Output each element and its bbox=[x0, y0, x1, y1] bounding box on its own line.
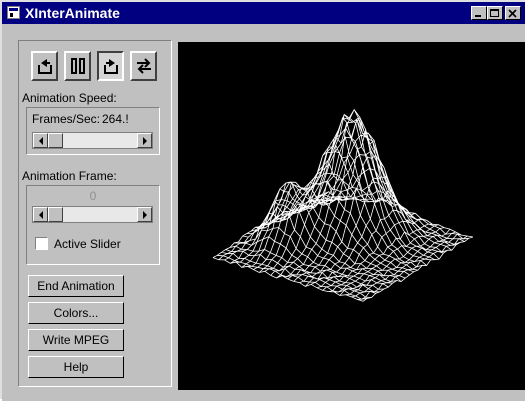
step-forward-icon bbox=[104, 59, 118, 74]
arrow-left-icon bbox=[39, 137, 43, 145]
arrow-left-icon bbox=[39, 211, 43, 219]
control-panel: Animation Speed: Frames/Sec: 264.! Anima… bbox=[18, 40, 172, 387]
bounce-icon bbox=[137, 58, 151, 74]
speed-slider-thumb[interactable] bbox=[48, 133, 63, 148]
frame-slider-left-arrow[interactable] bbox=[33, 207, 48, 222]
arrow-right-icon bbox=[143, 211, 147, 219]
arrow-right-icon bbox=[143, 137, 147, 145]
step-backward-button[interactable] bbox=[31, 51, 58, 81]
frame-slider[interactable] bbox=[32, 206, 153, 223]
frames-per-sec-label: Frames/Sec: bbox=[32, 112, 101, 126]
maximize-button[interactable] bbox=[487, 6, 503, 20]
active-slider-checkbox[interactable] bbox=[35, 237, 48, 250]
frame-slider-right-arrow[interactable] bbox=[137, 207, 152, 222]
frame-slider-thumb[interactable] bbox=[48, 207, 63, 222]
status-bar bbox=[2, 391, 525, 401]
close-icon bbox=[508, 9, 517, 18]
minimize-button[interactable] bbox=[471, 6, 487, 20]
wireframe-surface bbox=[212, 108, 474, 302]
active-slider-label[interactable]: Active Slider bbox=[54, 237, 121, 251]
frames-per-sec-value: 264.! bbox=[102, 112, 129, 126]
step-backward-icon bbox=[38, 59, 52, 74]
pause-button[interactable] bbox=[64, 51, 91, 81]
speed-slider-left-arrow[interactable] bbox=[33, 133, 48, 148]
colors-button[interactable]: Colors... bbox=[28, 302, 124, 324]
write-mpeg-button[interactable]: Write MPEG bbox=[28, 329, 124, 351]
minimize-icon bbox=[475, 15, 481, 17]
pause-icon bbox=[71, 58, 85, 74]
window-title: XInterAnimate bbox=[25, 5, 120, 21]
animation-speed-heading: Animation Speed: bbox=[22, 91, 117, 105]
end-animation-button[interactable]: End Animation bbox=[28, 275, 124, 297]
title-bar[interactable]: XInterAnimate bbox=[2, 2, 525, 24]
close-button[interactable] bbox=[505, 6, 521, 20]
animation-frame-heading: Animation Frame: bbox=[22, 169, 117, 183]
speed-slider[interactable] bbox=[32, 132, 153, 149]
maximize-icon bbox=[490, 9, 499, 17]
app-window: XInterAnimate Animation Speed: Frames/Se… bbox=[0, 0, 525, 401]
animation-viewport[interactable] bbox=[178, 42, 525, 390]
speed-group: Frames/Sec: 264.! bbox=[26, 107, 160, 155]
frame-value: 0 bbox=[89, 189, 97, 203]
frame-group: 0 Active Slider bbox=[26, 185, 160, 265]
step-forward-button[interactable] bbox=[97, 51, 124, 81]
wireframe-mesh bbox=[212, 108, 474, 302]
help-button[interactable]: Help bbox=[28, 356, 124, 378]
window-icon[interactable] bbox=[7, 6, 20, 19]
speed-slider-right-arrow[interactable] bbox=[137, 133, 152, 148]
bounce-button[interactable] bbox=[130, 51, 157, 81]
